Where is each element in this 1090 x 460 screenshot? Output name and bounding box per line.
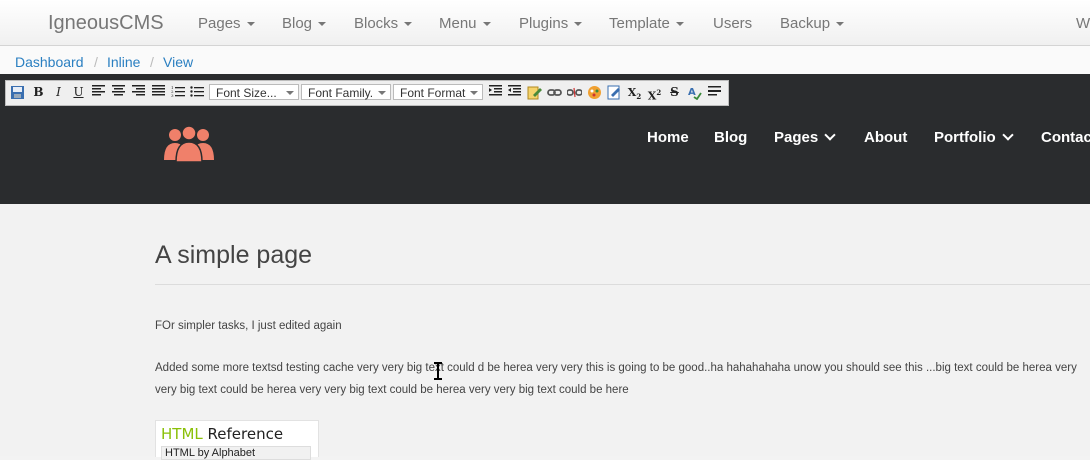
widget-title: HTML Reference <box>161 425 283 443</box>
font-format-select[interactable]: Font Format <box>393 84 483 100</box>
caret-down-icon <box>836 22 845 27</box>
subscript-icon[interactable]: X2 <box>627 85 642 101</box>
nav-menu[interactable]: Menu <box>439 15 491 32</box>
caret-down-icon <box>404 22 413 27</box>
select-text: Font Format <box>400 86 466 100</box>
ordered-list-icon[interactable]: 123 <box>170 85 185 100</box>
caret-down-icon <box>246 22 255 27</box>
nav-label: Blocks <box>354 15 399 32</box>
breadcrumb-separator: / <box>94 54 98 70</box>
editor-toolbar: B I U 123 Font Size... Font Family. Font… <box>5 80 729 106</box>
brand-link[interactable]: IgneousCMS <box>48 12 164 35</box>
nav-label: Blog <box>282 15 313 32</box>
underline-icon[interactable]: U <box>71 85 86 100</box>
nav-blog[interactable]: Blog <box>282 15 327 32</box>
indent-icon[interactable] <box>488 85 503 100</box>
widget-title-suffix: Reference <box>202 425 284 443</box>
unordered-list-icon[interactable] <box>189 85 204 100</box>
chevron-down-icon <box>1001 129 1014 141</box>
link-icon[interactable] <box>547 85 562 100</box>
spellcheck-icon[interactable]: A <box>687 85 702 101</box>
breadcrumb: Dashboard / Inline / View <box>0 46 1090 74</box>
italic-icon[interactable]: I <box>51 85 66 100</box>
font-size-select[interactable]: Font Size... <box>209 84 299 100</box>
nav-label: Pages <box>198 15 241 32</box>
caret-down-icon <box>482 22 491 27</box>
nav-blocks[interactable]: Blocks <box>354 15 413 32</box>
insert-content-icon[interactable] <box>606 85 621 100</box>
site-nav-label: Pages <box>774 129 819 146</box>
site-nav-about[interactable]: About <box>864 129 907 146</box>
site-nav-pages[interactable]: Pages <box>774 129 836 146</box>
text-cursor-icon <box>434 362 442 380</box>
site-nav-contact[interactable]: Contac <box>1041 129 1090 146</box>
site-nav-portfolio[interactable]: Portfolio <box>934 129 1014 146</box>
divider <box>155 284 1090 285</box>
edit-html-icon[interactable] <box>527 85 542 100</box>
widget-link[interactable]: HTML by Alphabet <box>161 446 311 460</box>
breadcrumb-view: View <box>163 54 194 70</box>
caret-down-icon <box>675 22 684 27</box>
align-center-icon[interactable] <box>111 85 126 100</box>
select-text: Font Family. <box>308 86 374 100</box>
breadcrumb-separator: / <box>150 54 154 70</box>
bold-icon[interactable]: B <box>31 85 46 100</box>
nav-template[interactable]: Template <box>609 15 684 32</box>
nav-label: Users <box>713 15 753 32</box>
strikethrough-icon[interactable]: S <box>667 85 682 100</box>
image-icon[interactable] <box>587 85 602 100</box>
site-nav-label: Portfolio <box>934 129 996 146</box>
widget-title-prefix: HTML <box>161 425 203 443</box>
save-icon[interactable] <box>10 85 25 100</box>
nav-backup[interactable]: Backup <box>780 15 845 32</box>
chevron-down-icon <box>286 91 294 95</box>
admin-navbar: IgneousCMS Pages Blog Blocks Menu Plugin… <box>0 0 1090 46</box>
font-family-select[interactable]: Font Family. <box>301 84 391 100</box>
html-reference-widget[interactable]: HTML Reference HTML by Alphabet <box>155 420 319 460</box>
site-nav-home[interactable]: Home <box>647 129 689 146</box>
editable-paragraph[interactable]: Added some more textsd testing cache ver… <box>155 357 1080 401</box>
nav-label: Menu <box>439 15 477 32</box>
superscript-icon[interactable]: X2 <box>647 85 662 103</box>
editable-paragraph[interactable]: FOr simpler tasks, I just edited again <box>155 315 342 337</box>
chevron-down-icon <box>824 129 836 141</box>
nav-label: Plugins <box>519 15 569 32</box>
caret-down-icon <box>574 22 583 27</box>
nav-pages[interactable]: Pages <box>198 15 255 32</box>
users-logo-icon[interactable] <box>162 125 216 167</box>
horizontal-rule-icon[interactable] <box>707 85 722 100</box>
unlink-icon[interactable] <box>566 85 583 100</box>
nav-label: Template <box>609 15 670 32</box>
site-nav-blog[interactable]: Blog <box>714 129 747 146</box>
chevron-down-icon <box>470 91 478 95</box>
svg-text:A: A <box>688 87 696 98</box>
breadcrumb-dashboard[interactable]: Dashboard <box>15 54 84 70</box>
outdent-icon[interactable] <box>507 85 522 100</box>
nav-users[interactable]: Users <box>713 15 752 32</box>
chevron-down-icon <box>378 91 386 95</box>
align-justify-icon[interactable] <box>151 85 166 100</box>
page-title[interactable]: A simple page <box>155 241 312 270</box>
align-right-icon[interactable] <box>131 85 146 100</box>
svg-text:3: 3 <box>171 93 174 97</box>
nav-label: Backup <box>780 15 831 32</box>
caret-down-icon <box>318 22 327 27</box>
breadcrumb-inline[interactable]: Inline <box>107 54 140 70</box>
nav-plugins[interactable]: Plugins <box>519 15 583 32</box>
nav-cutoff-item[interactable]: W <box>1076 15 1090 32</box>
select-text: Font Size... <box>216 86 277 100</box>
align-left-icon[interactable] <box>91 85 106 100</box>
